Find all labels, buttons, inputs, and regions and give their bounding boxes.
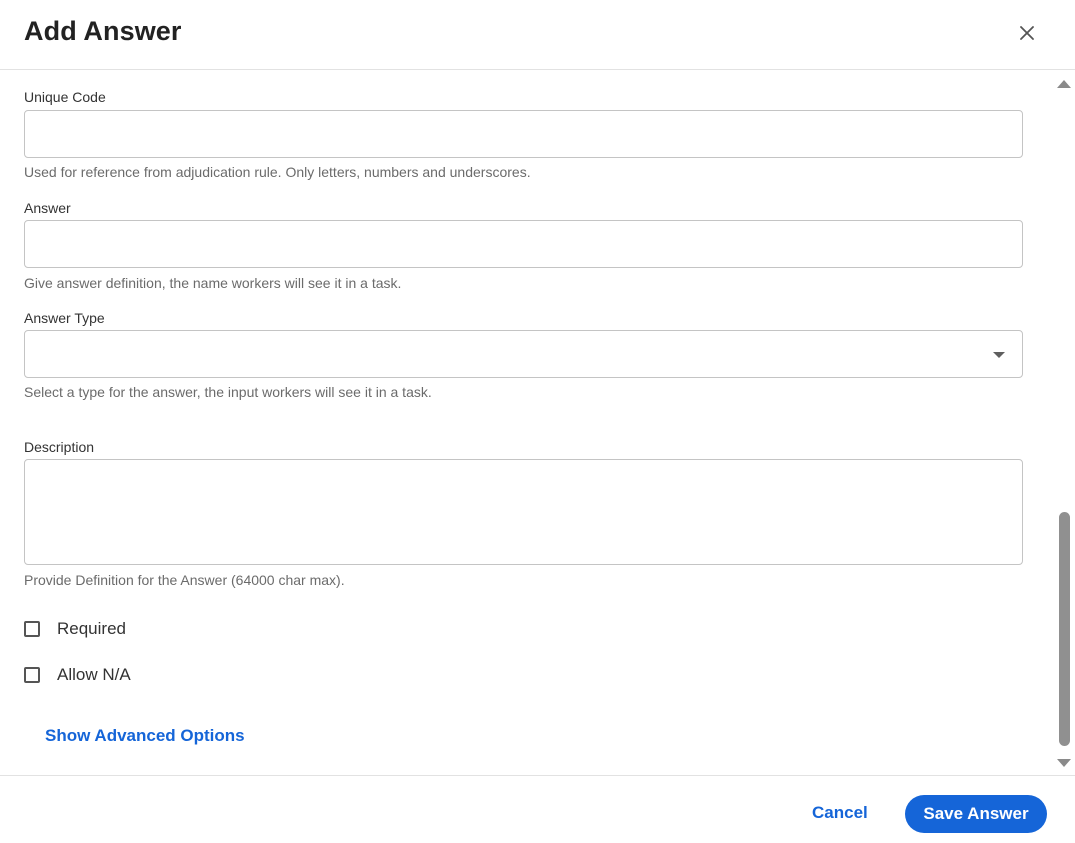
dialog-body: Unique Code Used for reference from adju… [0, 71, 1055, 775]
show-advanced-options-link[interactable]: Show Advanced Options [45, 726, 245, 746]
answer-type-label: Answer Type [24, 310, 105, 326]
allow-na-label: Allow N/A [57, 665, 131, 684]
save-answer-button[interactable]: Save Answer [905, 795, 1047, 833]
scroll-down-arrow-icon[interactable] [1057, 759, 1071, 767]
dialog-footer: Cancel Save Answer [0, 775, 1075, 843]
required-checkbox[interactable] [24, 621, 40, 637]
close-button[interactable] [1014, 20, 1040, 46]
allow-na-checkbox-row[interactable]: Allow N/A [24, 664, 131, 686]
dialog-header: Add Answer [0, 0, 1075, 70]
unique-code-helper: Used for reference from adjudication rul… [24, 164, 531, 180]
close-icon [1020, 26, 1034, 40]
scrollbar-thumb[interactable] [1059, 512, 1070, 746]
unique-code-input[interactable] [24, 110, 1023, 158]
unique-code-label: Unique Code [24, 89, 106, 105]
allow-na-checkbox[interactable] [24, 667, 40, 683]
answer-type-select[interactable] [24, 330, 1023, 378]
dialog-title: Add Answer [24, 16, 182, 46]
answer-type-helper: Select a type for the answer, the input … [24, 384, 432, 400]
description-helper: Provide Definition for the Answer (64000… [24, 572, 345, 588]
vertical-scrollbar[interactable] [1055, 71, 1075, 775]
description-label: Description [24, 439, 95, 455]
answer-input[interactable] [24, 220, 1023, 268]
chevron-down-icon [993, 352, 1005, 358]
required-label: Required [57, 619, 126, 638]
add-answer-dialog: Add Answer Unique Code Used for referenc… [0, 0, 1075, 843]
required-checkbox-row[interactable]: Required [24, 618, 126, 640]
answer-label: Answer [24, 200, 71, 216]
answer-helper: Give answer definition, the name workers… [24, 275, 402, 291]
cancel-button[interactable]: Cancel [796, 795, 884, 831]
scroll-up-arrow-icon[interactable] [1057, 80, 1071, 88]
description-textarea[interactable] [24, 459, 1023, 565]
